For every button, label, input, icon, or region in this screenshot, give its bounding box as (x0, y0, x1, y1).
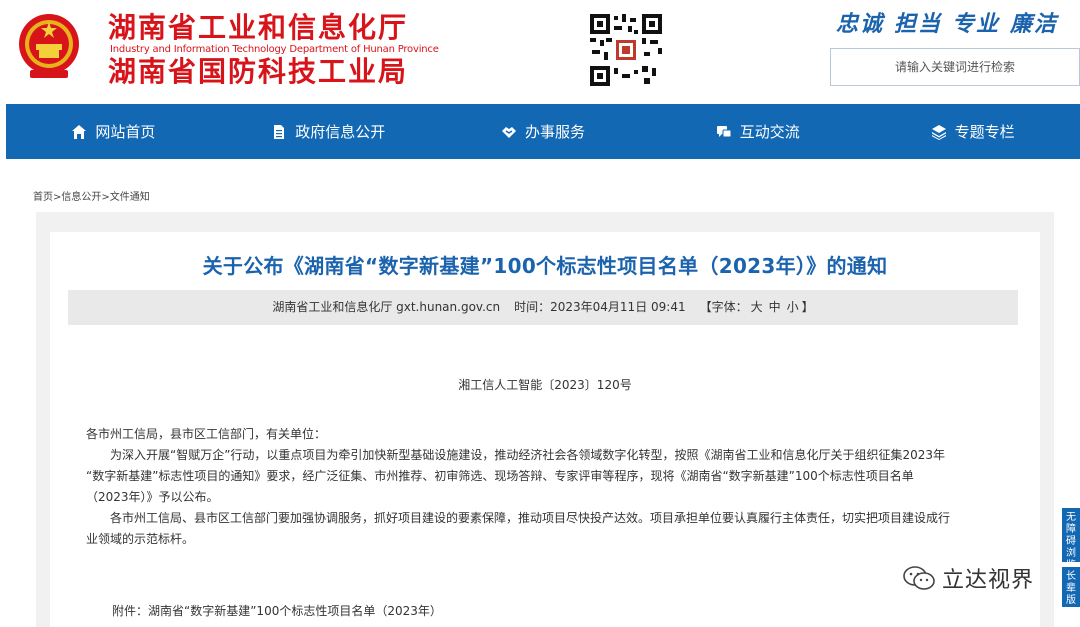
layers-icon (931, 124, 946, 140)
attachment-link[interactable]: 附件：湖南省“数字新基建”100个标志性项目名单（2023年） (112, 602, 442, 619)
font-size-close: 】 (801, 300, 814, 314)
document-icon (274, 124, 285, 139)
font-size-medium[interactable]: 中 (769, 300, 781, 314)
paragraph-line: 各市州工信局、县市区工信部门要加强协调服务，抓好项目建设的要素保障，推动项目尽快… (110, 511, 951, 525)
site-title-cn: 湖南省工业和信息化厅 (108, 11, 409, 44)
site-header: 湖南省工业和信息化厅 Industry and Information Tech… (0, 0, 1080, 104)
breadcrumb-file-notice[interactable]: 文件通知 (110, 192, 150, 203)
nav-item-interaction[interactable]: 互动交流 (650, 104, 865, 159)
nav-item-label: 办事服务 (524, 123, 585, 141)
paragraph-line: 业领域的示范标杆。 (86, 532, 195, 546)
qr-code-icon (588, 12, 664, 88)
article-time: 时间：2023年04月11日 09:41 (514, 300, 686, 314)
nav-item-home[interactable]: 网站首页 (6, 104, 221, 159)
font-size-small[interactable]: 小 (787, 300, 799, 314)
nav-item-label: 互动交流 (739, 123, 800, 141)
paragraph-line: 为深入开展“智赋万企”行动，以重点项目为牵引加快新型基础设施建设，推动经济社会各… (110, 448, 945, 462)
article: 关于公布《湖南省“数字新基建”100个标志性项目名单（2023年）》的通知 湖南… (50, 232, 1040, 627)
nav-item-label: 政府信息公开 (295, 123, 386, 141)
article-title: 关于公布《湖南省“数字新基建”100个标志性项目名单（2023年）》的通知 (202, 254, 888, 278)
home-icon (72, 124, 87, 139)
national-emblem-icon (19, 14, 79, 78)
article-meta: 湖南省工业和信息化厅 gxt.hunan.gov.cn 时间：2023年04月11… (68, 290, 1018, 325)
font-size-large[interactable]: 大 (751, 300, 763, 314)
watermark-text: 立达视界 (942, 568, 1035, 593)
nav-item-label: 网站首页 (95, 123, 156, 141)
site-title-cn-secondary: 湖南省国防科技工业局 (108, 55, 409, 88)
article-body: 各市州工信局，县市区工信部门，有关单位： 为深入开展“智赋万企”行动，以重点项目… (86, 424, 1006, 550)
slogan-word: 廉洁 (1010, 12, 1059, 37)
elder-mode-tab[interactable]: 长辈版 (1062, 567, 1080, 607)
wechat-icon (903, 566, 935, 590)
article-source: 湖南省工业和信息化厅 gxt.hunan.gov.cn (272, 300, 501, 314)
paragraph-line: “数字新基建”标志性项目的通知》要求，经广泛征集、市州推荐、初审筛选、现场答辩、… (86, 469, 914, 483)
accessibility-tab[interactable]: 无障碍浏览 (1062, 508, 1080, 562)
search-box (830, 48, 1080, 86)
search-input[interactable] (831, 49, 1079, 85)
nav-item-label: 专题专栏 (954, 123, 1015, 141)
watermark: 立达视界 (902, 562, 1034, 594)
slogan-word: 担当 (894, 12, 943, 37)
nav-item-gov-info[interactable]: 政府信息公开 (221, 104, 436, 159)
paragraph-line: （2023年）》予以公布。 (86, 490, 219, 504)
document-number: 湘工信人工智能〔2023〕120号 (458, 378, 632, 392)
slogan: 忠诚 担当 专业 廉洁 (836, 10, 1068, 40)
nav-item-services[interactable]: 办事服务 (436, 104, 651, 159)
slogan-word: 忠诚 (836, 12, 885, 37)
nav-item-special[interactable]: 专题专栏 (865, 104, 1080, 159)
main-nav: 网站首页 政府信息公开 办事服务 互动交流 专题专栏 (6, 104, 1080, 159)
breadcrumb-info-public[interactable]: 信息公开 (61, 192, 101, 203)
chat-icon (716, 125, 732, 137)
breadcrumb-home[interactable]: 首页 (33, 192, 53, 203)
handshake-icon (501, 126, 516, 138)
breadcrumb: 首页>信息公开>文件通知 (33, 192, 150, 203)
font-size-label: 【字体： (699, 300, 748, 314)
slogan-word: 专业 (952, 12, 1001, 37)
salutation: 各市州工信局，县市区工信部门，有关单位： (86, 427, 327, 441)
